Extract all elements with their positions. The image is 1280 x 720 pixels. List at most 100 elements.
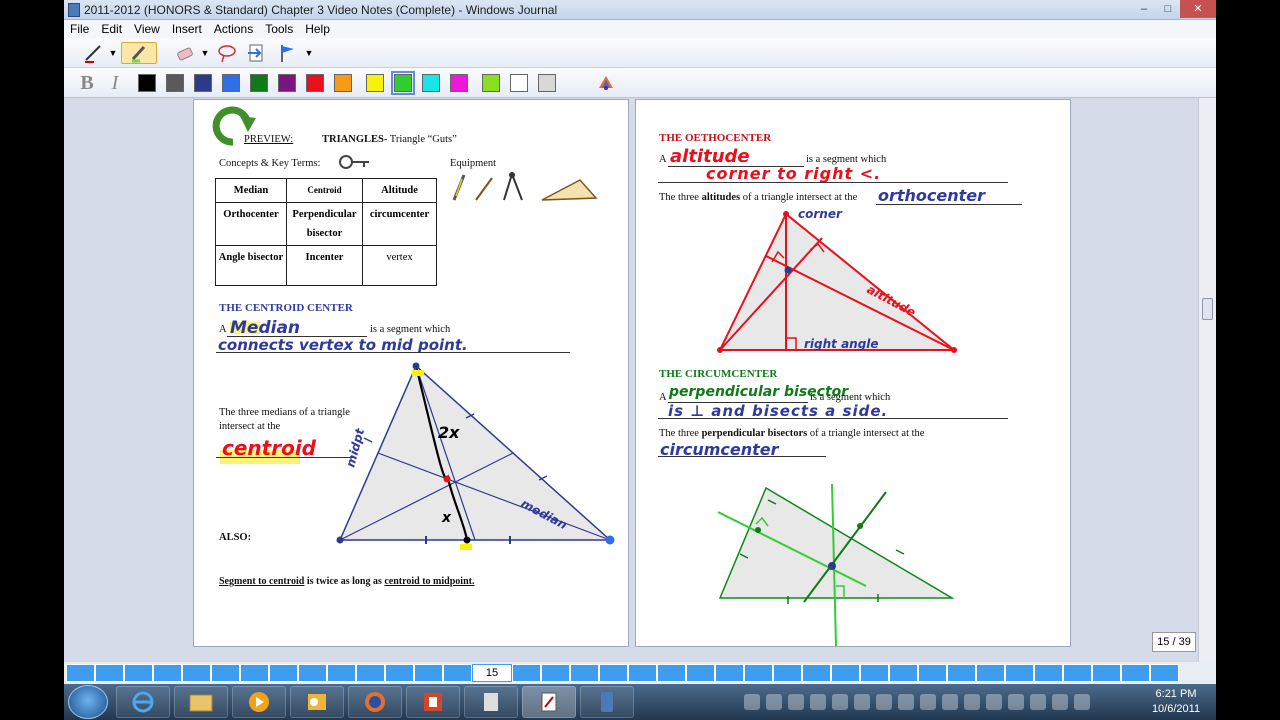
menu-edit[interactable]: Edit [95,20,128,38]
page-cell[interactable] [182,664,211,682]
color-swatch[interactable] [138,74,156,92]
color-swatch[interactable] [538,74,556,92]
menu-tools[interactable]: Tools [259,20,299,38]
system-tray[interactable] [744,694,1134,710]
journal-page-right[interactable]: THE OETHOCENTER A altitude is a segment … [635,99,1071,647]
tray-icon[interactable] [1030,694,1046,710]
page-cell[interactable] [269,664,298,682]
close-button[interactable]: ✕ [1180,0,1216,18]
tray-icon[interactable] [766,694,782,710]
page-cell[interactable] [1005,664,1034,682]
page-cell[interactable] [541,664,570,682]
page-cell[interactable] [1034,664,1063,682]
scroll-thumb[interactable] [1202,298,1213,320]
tray-icon[interactable] [920,694,936,710]
insert-space-icon[interactable] [244,42,270,64]
pen-icon[interactable] [80,42,106,64]
page-cell[interactable] [385,664,414,682]
page-cell[interactable] [414,664,443,682]
color-swatch[interactable] [366,74,384,92]
flag-dropdown-icon[interactable]: ▼ [304,42,314,64]
color-swatch[interactable] [222,74,240,92]
italic-button[interactable]: I [104,72,126,94]
color-swatch[interactable] [450,74,468,92]
tray-icon[interactable] [1074,694,1090,710]
document-workspace[interactable]: PREVIEW: TRIANGLES- Triangle “Guts” Conc… [64,98,1216,662]
color-swatch[interactable] [510,74,528,92]
menu-actions[interactable]: Actions [208,20,259,38]
page-cell[interactable] [1150,664,1179,682]
page-cell[interactable] [1063,664,1092,682]
firefox-icon[interactable] [348,686,402,718]
tray-icon[interactable] [1052,694,1068,710]
minimize-button[interactable]: – [1132,0,1156,18]
page-cell[interactable] [1121,664,1150,682]
tray-icon[interactable] [1008,694,1024,710]
page-cell[interactable] [744,664,773,682]
tray-icon[interactable] [788,694,804,710]
color-swatch[interactable] [482,74,500,92]
tray-icon[interactable] [832,694,848,710]
flag-icon[interactable] [274,42,300,64]
page-cell[interactable] [1092,664,1121,682]
tray-icon[interactable] [942,694,958,710]
page-cell[interactable] [512,664,541,682]
page-cell[interactable] [443,664,472,682]
tray-icon[interactable] [744,694,760,710]
page-cell[interactable] [686,664,715,682]
system-clock[interactable]: 6:21 PM 10/6/2011 [1146,687,1206,717]
tray-icon[interactable] [986,694,1002,710]
page-cell[interactable] [628,664,657,682]
tray-icon[interactable] [810,694,826,710]
page-cell[interactable] [889,664,918,682]
page-cell[interactable] [95,664,124,682]
pen-dropdown-icon[interactable]: ▼ [108,42,118,64]
highlighter-icon[interactable] [121,42,157,64]
current-page-cell[interactable]: 15 [472,664,512,682]
color-wheel-icon[interactable] [594,72,618,94]
page-cell[interactable] [657,664,686,682]
eraser-icon[interactable] [172,42,198,64]
page-cell[interactable] [976,664,1005,682]
journal-page-left[interactable]: PREVIEW: TRIANGLES- Triangle “Guts” Conc… [193,99,629,647]
tray-icon[interactable] [898,694,914,710]
page-cell[interactable] [599,664,628,682]
menu-file[interactable]: File [64,20,95,38]
color-swatch[interactable] [334,74,352,92]
bold-button[interactable]: B [76,72,98,94]
maximize-button[interactable]: □ [1156,0,1180,18]
page-cell[interactable] [327,664,356,682]
page-cell[interactable] [918,664,947,682]
page-cell[interactable] [66,664,95,682]
color-swatch[interactable] [194,74,212,92]
page-navigation-bar[interactable]: 15 [64,662,1216,684]
explorer-folder-icon[interactable] [174,686,228,718]
page-cell[interactable] [860,664,889,682]
page-cell[interactable] [773,664,802,682]
page-cell[interactable] [356,664,385,682]
color-swatch[interactable] [278,74,296,92]
unknown-app-icon[interactable] [464,686,518,718]
menu-view[interactable]: View [128,20,166,38]
powerpoint-icon[interactable] [406,686,460,718]
vertical-scrollbar[interactable] [1198,98,1216,662]
media-player-icon[interactable] [232,686,286,718]
page-cell[interactable] [153,664,182,682]
menu-help[interactable]: Help [299,20,336,38]
color-swatch[interactable] [306,74,324,92]
lasso-icon[interactable] [214,42,240,64]
page-cell[interactable] [802,664,831,682]
color-swatch[interactable] [422,74,440,92]
page-cell[interactable] [240,664,269,682]
menu-insert[interactable]: Insert [166,20,208,38]
page-cell[interactable] [715,664,744,682]
tray-icon[interactable] [854,694,870,710]
page-cell[interactable] [124,664,153,682]
eraser-dropdown-icon[interactable]: ▼ [200,42,210,64]
journal-task-icon[interactable] [522,686,576,718]
color-swatch[interactable] [250,74,268,92]
color-swatch[interactable] [391,71,415,95]
page-cell[interactable] [831,664,860,682]
page-cell[interactable] [570,664,599,682]
page-cell[interactable] [947,664,976,682]
